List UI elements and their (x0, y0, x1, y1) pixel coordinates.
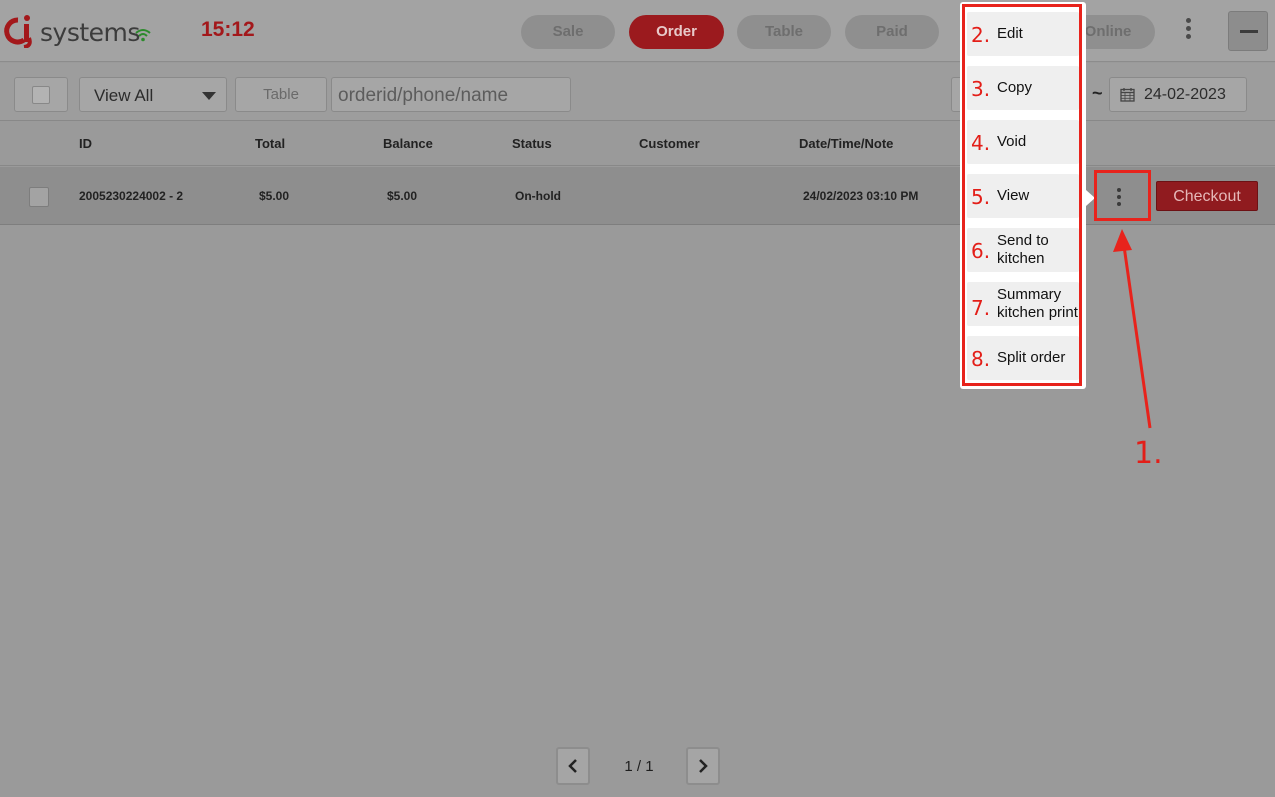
menu-item-send-to-kitchen[interactable]: 6. Send to kitchen (967, 228, 1079, 272)
date-range-separator: ~ (1092, 83, 1103, 103)
step-number: 7. (971, 296, 991, 320)
row-checkbox[interactable] (29, 187, 49, 207)
checkout-button[interactable]: Checkout (1156, 181, 1258, 211)
date-to-field[interactable]: 24-02-2023 (1109, 77, 1247, 112)
cell-status: On-hold (515, 189, 561, 203)
clock: 15:12 (201, 18, 255, 41)
menu-item-summary-kitchen-print[interactable]: 7. Summary kitchen print (967, 282, 1079, 326)
nav-table[interactable]: Table (737, 15, 831, 49)
menu-item-label: Void (997, 133, 1027, 150)
column-header: ID (79, 136, 92, 151)
column-header: Balance (383, 136, 433, 151)
nav-sale[interactable]: Sale (521, 15, 615, 49)
nav-order[interactable]: Order (629, 15, 724, 49)
cell-balance: $5.00 (387, 189, 418, 203)
logo-text: systems (40, 18, 140, 47)
select-all-checkbox[interactable] (14, 77, 68, 112)
view-select[interactable]: View All (79, 77, 227, 112)
menu-item-label: View (997, 187, 1030, 204)
calendar-icon (1120, 88, 1135, 102)
minus-icon (1240, 30, 1258, 33)
prev-page-button[interactable] (556, 747, 590, 785)
column-header: Total (255, 136, 286, 151)
search-placeholder: orderid/phone/name (338, 85, 509, 106)
column-header: Customer (639, 136, 700, 151)
menu-item-void[interactable]: 4. Void (967, 120, 1079, 164)
menu-item-copy[interactable]: 3. Copy (967, 66, 1079, 110)
table-filter-button[interactable]: Table (235, 77, 327, 112)
step-number: 8. (971, 347, 991, 371)
menu-item-label: Copy (997, 79, 1033, 96)
chevron-down-icon (202, 92, 216, 100)
menu-item-label: Split order (997, 349, 1066, 366)
table-filter-label: Table (263, 86, 299, 103)
menu-item-label: Summary kitchen print (997, 286, 1078, 321)
nav-paid[interactable]: Paid (845, 15, 939, 49)
wifi-icon (135, 29, 151, 42)
cell-datetime: 24/02/2023 03:10 PM (803, 189, 919, 203)
column-header: Status (512, 136, 552, 151)
cell-total: $5.00 (259, 189, 290, 203)
step-number: 2. (971, 23, 991, 47)
step-number: 5. (971, 185, 991, 209)
annotation-label: 1. (1134, 436, 1163, 471)
page-indicator: 1 / 1 (624, 758, 654, 775)
chevron-left-icon (568, 759, 577, 773)
menu-item-view[interactable]: 5. View (967, 174, 1079, 218)
step-number: 6. (971, 239, 991, 263)
menu-item-label: Edit (997, 25, 1023, 42)
more-menu-icon[interactable] (1182, 18, 1194, 44)
step-number: 4. (971, 131, 991, 155)
minimize-button[interactable] (1228, 11, 1268, 51)
date-to-value: 24-02-2023 (1144, 86, 1226, 103)
cell-id: 2005230224002 - 2 (79, 189, 184, 203)
step-number: 3. (971, 77, 991, 101)
next-page-button[interactable] (686, 747, 720, 785)
logo-icon (4, 15, 32, 48)
view-select-value: View All (94, 86, 154, 105)
menu-item-label: Send to kitchen (997, 232, 1049, 267)
menu-item-split-order[interactable]: 8. Split order (967, 336, 1079, 380)
menu-item-edit[interactable]: 2. Edit (967, 12, 1079, 56)
search-input[interactable]: orderid/phone/name (331, 77, 571, 112)
kebab-highlight-frame (1094, 170, 1151, 221)
chevron-right-icon (699, 759, 708, 773)
column-header: Date/Time/Note (799, 136, 894, 151)
